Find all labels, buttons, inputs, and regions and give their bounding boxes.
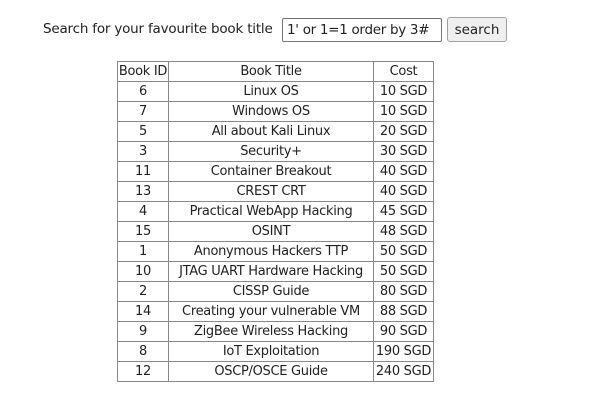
cell-cost: 30 SGD — [373, 141, 434, 162]
cell-book-title: CISSP Guide — [168, 281, 374, 302]
cell-book-id: 2 — [117, 281, 169, 302]
cell-book-title: Container Breakout — [168, 161, 374, 182]
cell-cost: 190 SGD — [373, 341, 434, 362]
cell-book-id: 7 — [117, 101, 169, 122]
table-row: 11 Container Breakout 40 SGD — [117, 161, 434, 182]
cell-book-title: CREST CRT — [168, 181, 374, 202]
search-button[interactable]: search — [447, 17, 507, 42]
cell-book-id: 4 — [117, 201, 169, 222]
cell-book-title: Anonymous Hackers TTP — [168, 241, 374, 262]
table-row: 14 Creating your vulnerable VM 88 SGD — [117, 301, 434, 322]
table-row: 8 IoT Exploitation 190 SGD — [117, 341, 434, 362]
search-label: Search for your favourite book title — [43, 21, 273, 37]
header-book-title: Book Title — [168, 61, 374, 82]
table-row: 15 OSINT 48 SGD — [117, 221, 434, 242]
table-row: 13 CREST CRT 40 SGD — [117, 181, 434, 202]
cell-book-id: 8 — [117, 341, 169, 362]
table-header-row: Book ID Book Title Cost — [117, 61, 434, 82]
search-input[interactable] — [282, 18, 442, 42]
cell-book-id: 10 — [117, 261, 169, 282]
cell-book-title: ZigBee Wireless Hacking — [168, 321, 374, 342]
cell-book-id: 1 — [117, 241, 169, 262]
cell-cost: 88 SGD — [373, 301, 434, 322]
cell-cost: 10 SGD — [373, 81, 434, 102]
cell-cost: 10 SGD — [373, 101, 434, 122]
cell-book-title: OSCP/OSCE Guide — [168, 361, 374, 382]
cell-book-id: 11 — [117, 161, 169, 182]
cell-book-id: 13 — [117, 181, 169, 202]
books-table: Book ID Book Title Cost 6 Linux OS 10 SGD 7… — [117, 61, 434, 382]
header-cost: Cost — [373, 61, 434, 82]
cell-book-id: 15 — [117, 221, 169, 242]
cell-book-title: IoT Exploitation — [168, 341, 374, 362]
table-row: 7 Windows OS 10 SGD — [117, 101, 434, 122]
cell-cost: 50 SGD — [373, 241, 434, 262]
cell-book-id: 9 — [117, 321, 169, 342]
cell-book-id: 14 — [117, 301, 169, 322]
cell-cost: 40 SGD — [373, 161, 434, 182]
cell-cost: 90 SGD — [373, 321, 434, 342]
cell-book-title: Practical WebApp Hacking — [168, 201, 374, 222]
cell-book-title: Security+ — [168, 141, 374, 162]
cell-book-title: All about Kali Linux — [168, 121, 374, 142]
cell-book-title: JTAG UART Hardware Hacking — [168, 261, 374, 282]
table-row: 6 Linux OS 10 SGD — [117, 81, 434, 102]
cell-cost: 20 SGD — [373, 121, 434, 142]
cell-book-title: Windows OS — [168, 101, 374, 122]
table-row: 1 Anonymous Hackers TTP 50 SGD — [117, 241, 434, 262]
table-row: 10 JTAG UART Hardware Hacking 50 SGD — [117, 261, 434, 282]
cell-cost: 48 SGD — [373, 221, 434, 242]
cell-cost: 50 SGD — [373, 261, 434, 282]
cell-book-title: Linux OS — [168, 81, 374, 102]
cell-book-id: 3 — [117, 141, 169, 162]
cell-cost: 40 SGD — [373, 181, 434, 202]
table-row: 5 All about Kali Linux 20 SGD — [117, 121, 434, 142]
cell-book-id: 5 — [117, 121, 169, 142]
cell-book-title: Creating your vulnerable VM — [168, 301, 374, 322]
cell-cost: 80 SGD — [373, 281, 434, 302]
cell-book-title: OSINT — [168, 221, 374, 242]
header-book-id: Book ID — [117, 61, 169, 82]
cell-cost: 45 SGD — [373, 201, 434, 222]
cell-book-id: 6 — [117, 81, 169, 102]
table-row: 9 ZigBee Wireless Hacking 90 SGD — [117, 321, 434, 342]
cell-book-id: 12 — [117, 361, 169, 382]
table-row: 2 CISSP Guide 80 SGD — [117, 281, 434, 302]
table-row: 3 Security+ 30 SGD — [117, 141, 434, 162]
cell-cost: 240 SGD — [373, 361, 434, 382]
table-row: 12 OSCP/OSCE Guide 240 SGD — [117, 361, 434, 382]
table-row: 4 Practical WebApp Hacking 45 SGD — [117, 201, 434, 222]
